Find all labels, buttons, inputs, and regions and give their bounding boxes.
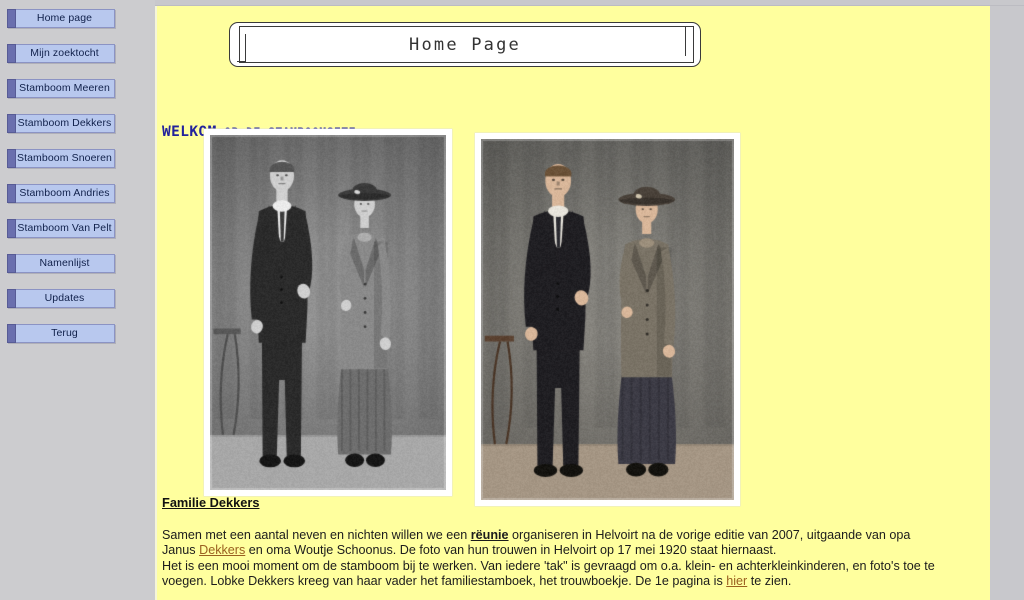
sidebar-item-label: Stamboom Andries (12, 188, 109, 199)
article-body: Samen met een aantal neven en nichten wi… (162, 528, 962, 590)
link-hier[interactable]: hier (726, 574, 747, 588)
page-frame: Home page Mijn zoektocht Stamboom Meeren… (0, 0, 1024, 600)
nav-gap (0, 133, 155, 149)
link-reunie[interactable]: rëunie (471, 528, 509, 542)
nav-gap (0, 168, 155, 184)
sidebar-item-mijn-zoektocht[interactable]: Mijn zoektocht (7, 44, 115, 63)
article-line-1-part-a: Samen met een aantal neven en nichten wi… (162, 528, 471, 542)
article-line-3: Het is een mooi moment om de stamboom bi… (162, 559, 962, 575)
sidebar-item-home-page[interactable]: Home page (7, 9, 115, 28)
wedding-photo-black-and-white[interactable] (204, 129, 452, 496)
sidebar-item-namenlijst[interactable]: Namenlijst (7, 254, 115, 273)
sidebar-item-updates[interactable]: Updates (7, 289, 115, 308)
article-line-4: voegen. Lobke Dekkers kreeg van haar vad… (162, 574, 962, 590)
article: Familie Dekkers Samen met een aantal nev… (162, 495, 962, 590)
wedding-photo-black-and-white-image (210, 135, 446, 490)
article-line-4-part-b: te zien. (747, 574, 791, 588)
article-line-4-part-a: voegen. Lobke Dekkers kreeg van haar vad… (162, 574, 726, 588)
article-line-2-part-a: Janus (162, 543, 199, 557)
nav-gap (0, 98, 155, 114)
nav-gap (0, 308, 155, 324)
sidebar-item-stamboom-meeren[interactable]: Stamboom Meeren (7, 79, 115, 98)
page-title-banner: Home Page (229, 22, 701, 67)
sidebar-item-label: Stamboom Dekkers (11, 118, 112, 129)
sidebar-item-stamboom-andries[interactable]: Stamboom Andries (7, 184, 115, 203)
article-line-1: Samen met een aantal neven en nichten wi… (162, 528, 962, 544)
sidebar-item-label: Namenlijst (32, 258, 89, 269)
sidebar-navigation: Home page Mijn zoektocht Stamboom Meeren… (0, 0, 155, 600)
sidebar-item-stamboom-van-pelt[interactable]: Stamboom Van Pelt (7, 219, 115, 238)
nav-gap (0, 63, 155, 79)
nav-gap (0, 28, 155, 44)
main-content: Home Page WELKOM OP DE STAMBOOMSITE Fami… (155, 6, 990, 600)
page-title: Home Page (229, 22, 701, 67)
wedding-photo-colorized[interactable] (475, 133, 740, 506)
nav-gap (0, 273, 155, 289)
article-line-1-part-b: organiseren in Helvoirt na de vorige edi… (509, 528, 911, 542)
sidebar-item-stamboom-snoeren[interactable]: Stamboom Snoeren (7, 149, 115, 168)
article-line-2-part-b: en oma Woutje Schoonus. De foto van hun … (245, 543, 776, 557)
article-line-2: Janus Dekkers en oma Woutje Schoonus. De… (162, 543, 962, 559)
sidebar-item-label: Stamboom Snoeren (10, 153, 112, 164)
article-heading: Familie Dekkers (162, 495, 259, 511)
sidebar-item-label: Mijn zoektocht (23, 48, 99, 59)
link-dekkers[interactable]: Dekkers (199, 543, 245, 557)
sidebar-item-label: Stamboom Van Pelt (10, 223, 111, 234)
nav-gap (0, 203, 155, 219)
sidebar-button-list: Home page Mijn zoektocht Stamboom Meeren… (0, 0, 155, 343)
nav-gap (0, 238, 155, 254)
sidebar-item-label: Terug (44, 328, 78, 339)
sidebar-item-label: Home page (30, 13, 92, 24)
sidebar-item-stamboom-dekkers[interactable]: Stamboom Dekkers (7, 114, 115, 133)
article-heading-wrapper: Familie Dekkers (162, 495, 962, 528)
sidebar-item-label: Updates (38, 293, 85, 304)
wedding-photo-colorized-image (481, 139, 734, 500)
sidebar-item-label: Stamboom Meeren (12, 83, 110, 94)
sidebar-item-terug[interactable]: Terug (7, 324, 115, 343)
